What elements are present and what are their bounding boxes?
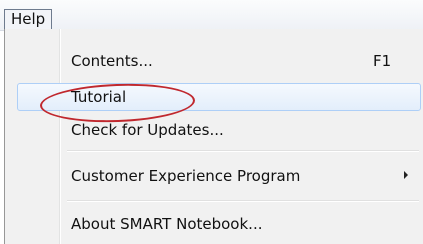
menu-item-label: About SMART Notebook... bbox=[71, 215, 263, 233]
help-dropdown-menu: Contents... F1 Tutorial Check for Update… bbox=[4, 29, 423, 244]
menu-separator bbox=[67, 150, 419, 152]
menu-item-label: Check for Updates... bbox=[71, 121, 224, 139]
menu-separator bbox=[67, 200, 419, 202]
help-menu[interactable]: Help bbox=[4, 9, 53, 29]
menu-item-shortcut: F1 bbox=[373, 52, 392, 70]
menu-item-customer-experience-program[interactable]: Customer Experience Program bbox=[5, 156, 423, 194]
menu-item-contents[interactable]: Contents... F1 bbox=[5, 46, 423, 76]
menu-item-label: Customer Experience Program bbox=[71, 167, 301, 185]
submenu-arrow-icon bbox=[404, 171, 408, 179]
menu-bar: Help bbox=[0, 0, 423, 31]
menu-item-label: Contents... bbox=[71, 52, 153, 70]
menu-item-about-smart-notebook[interactable]: About SMART Notebook... bbox=[5, 205, 423, 241]
